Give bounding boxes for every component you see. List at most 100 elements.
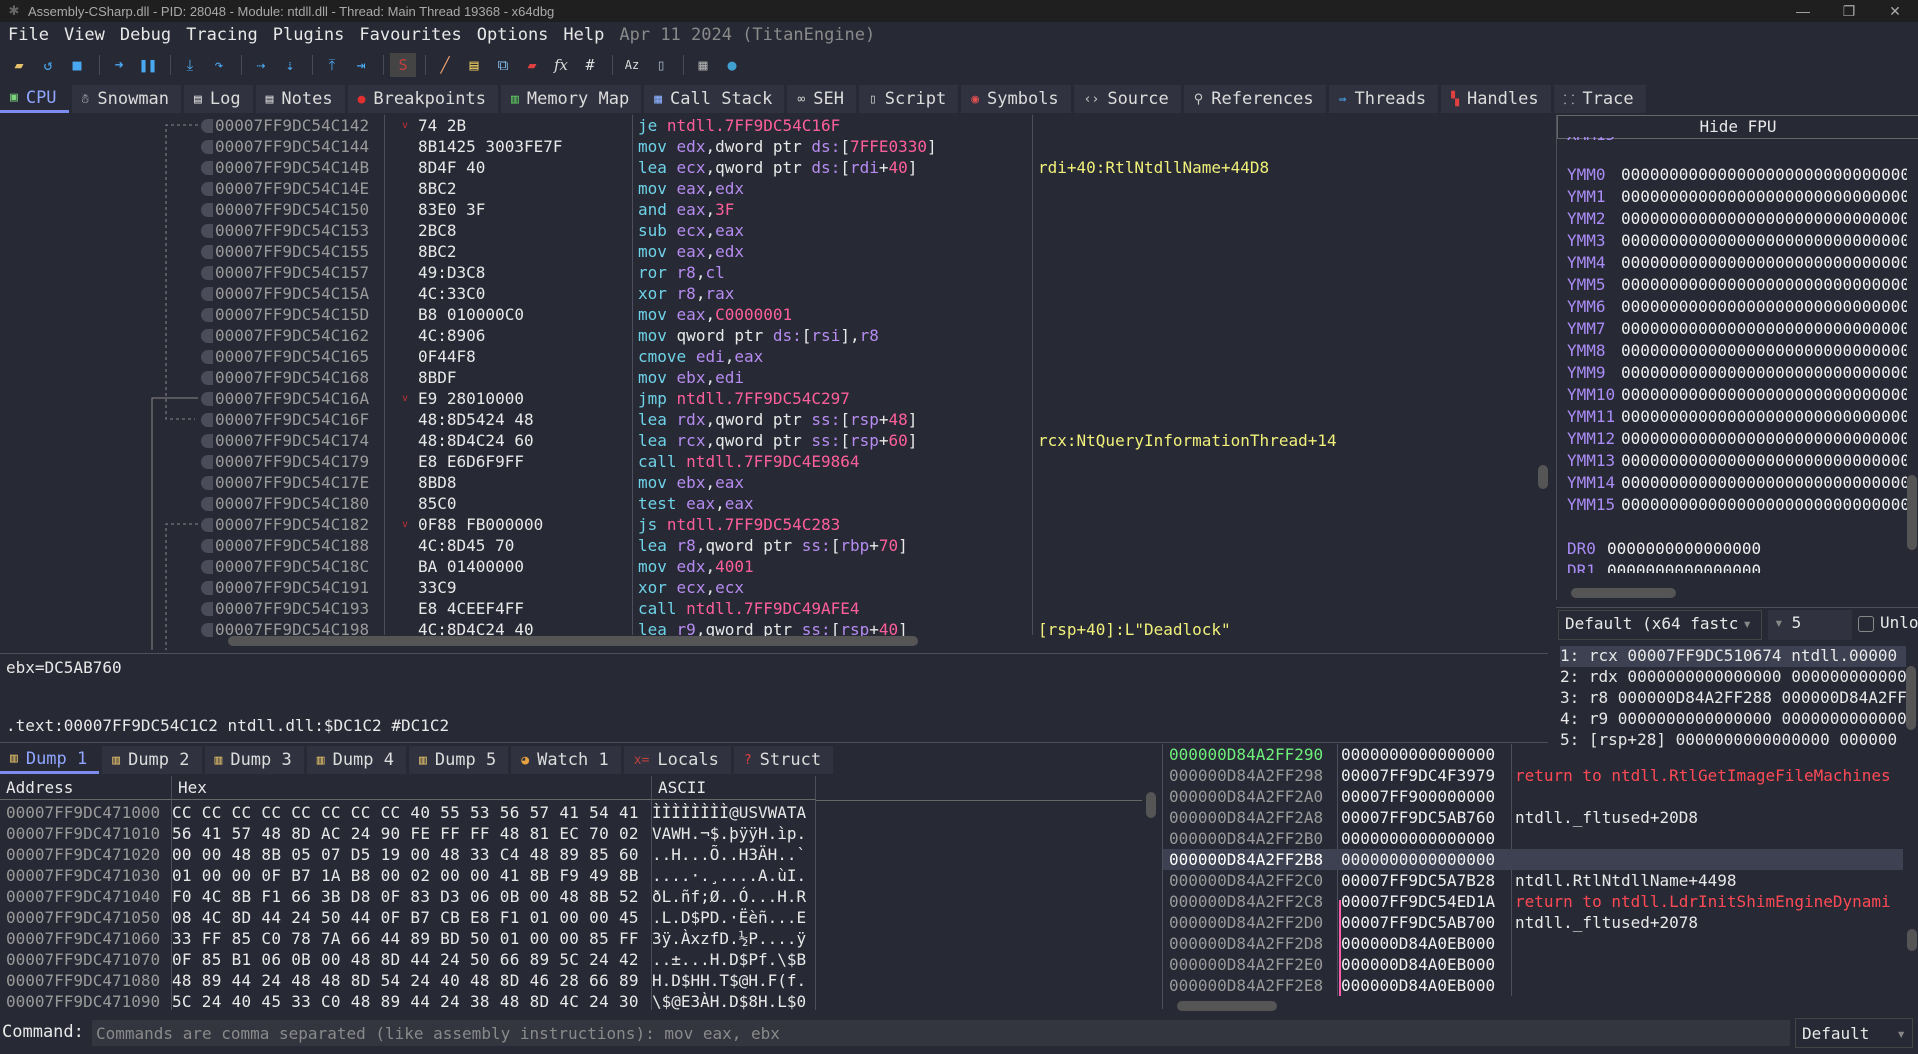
open-icon[interactable]: ▰ [6,53,32,77]
tab-script[interactable]: ▯ Script [858,85,959,113]
register-row[interactable]: YMM9 0000000000000000000000000000000000 [1567,363,1907,385]
registers-vscrollbar[interactable] [1907,475,1917,550]
dump-tab-dump-4[interactable]: ▥ Dump 4 [306,746,406,774]
breakpoint-toggle[interactable] [201,140,213,154]
column-header-ascii[interactable]: ASCII [652,776,816,800]
disassembly-row[interactable]: 00007FF9DC54C14E 8BC2 mov eax,edx [0,178,1548,199]
menu-debug[interactable]: Debug [120,25,171,45]
register-row[interactable]: YMM1 0000000000000000000000000000000000 [1567,187,1907,209]
disasm-hscrollbar[interactable] [228,636,918,646]
command-mode-select[interactable]: Default ▾ [1795,1018,1913,1048]
tab-handles[interactable]: ▚ Handles [1441,85,1551,113]
run-to-user-code-icon[interactable]: ⇥ [348,53,374,77]
breakpoint-toggle[interactable] [201,476,213,490]
register-row[interactable]: YMM7 0000000000000000000000000000000000 [1567,319,1907,341]
dump-tab-dump-1[interactable]: ▥ Dump 1 [0,746,100,774]
menu-options[interactable]: Options [477,25,549,45]
comment-icon[interactable]: ▤ [461,53,487,77]
breakpoint-toggle[interactable] [201,560,213,574]
disassembly-row[interactable]: 00007FF9DC54C179 E8 E6D6F9FF call ntdll.7F… [0,451,1548,472]
disassembly-row[interactable]: 00007FF9DC54C182 v 0F88 FB000000 js ntdll.7… [0,514,1548,535]
disassembly-row[interactable]: 00007FF9DC54C168 8BDF mov ebx,edi [0,367,1548,388]
breakpoint-toggle[interactable] [201,371,213,385]
disassembly-view[interactable]: 00007FF9DC54C142 v 74 2B je ntdll.7FF9DC54C… [0,115,1548,650]
breakpoint-toggle[interactable] [201,161,213,175]
disassembly-row[interactable]: 00007FF9DC54C17E 8BD8 mov ebx,eax [0,472,1548,493]
menu-tracing[interactable]: Tracing [186,25,258,45]
disassembly-row[interactable]: 00007FF9DC54C16A v E9 28010000 jmp ntdll.7F… [0,388,1548,409]
patch-icon[interactable]: ╱ [432,53,458,77]
menu-file[interactable]: File [8,25,49,45]
breakpoint-toggle[interactable] [201,182,213,196]
stack-row[interactable]: 000000D84A2FF2B0 0000000000000000 [1163,828,1903,849]
stack-hscrollbar[interactable] [1177,1001,1277,1011]
stack-row[interactable]: 000000D84A2FF2E8 000000D84A0EB000 [1163,975,1903,996]
argument-row[interactable]: 4: r9 0000000000000000 0000000000000 [1560,709,1906,730]
dump-tab-watch-1[interactable]: ◕ Watch 1 [511,746,621,774]
disassembly-row[interactable]: 00007FF9DC54C180 85C0 test eax,eax [0,493,1548,514]
tab-threads[interactable]: ⇛ Threads [1328,85,1439,113]
dump-tab-dump-5[interactable]: ▥ Dump 5 [409,746,509,774]
tab-source[interactable]: ‹› Source [1073,85,1181,113]
tab-snowman[interactable]: ☃ Snowman [71,85,182,113]
calculator-icon[interactable]: ▦ [690,53,716,77]
close-button[interactable]: ✕ [1872,0,1918,22]
stack-row[interactable]: 000000D84A2FF2D0 00007FF9DC5AB700 ntdll._f… [1163,912,1903,933]
menu-favourites[interactable]: Favourites [359,25,461,45]
trace-over-icon[interactable]: ⇣ [277,53,303,77]
tab-notes[interactable]: ▤ Notes [255,85,345,113]
dump-vscrollbar[interactable] [1146,792,1156,818]
stack-row[interactable]: 000000D84A2FF298 00007FF9DC4F3979 return t… [1163,765,1903,786]
hex-dump-view[interactable]: Address Hex ASCII 00007FF9DC471000 CC CC … [0,776,1156,1011]
breakpoint-toggle[interactable] [201,329,213,343]
restore-button[interactable]: ❐ [1826,0,1872,22]
stack-view[interactable]: 000000D84A2FF290 0000000000000000 000000D8… [1162,744,1918,1011]
dump-tab-locals[interactable]: x= Locals [623,746,731,774]
register-row[interactable]: YMM13 0000000000000000000000000000000000 [1567,451,1907,473]
dump-tab-dump-3[interactable]: ▥ Dump 3 [204,746,304,774]
calling-convention-select[interactable]: Default (x64 fastc ▾ [1558,610,1762,640]
stop-icon[interactable]: ■ [64,53,90,77]
execute-till-return-icon[interactable]: ⤒ [319,53,345,77]
hash-icon[interactable]: # [577,53,603,77]
minimize-button[interactable]: — [1780,0,1826,22]
disassembly-row[interactable]: 00007FF9DC54C155 8BC2 mov eax,edx [0,241,1548,262]
scylla-icon[interactable]: S [390,53,416,77]
stack-vscrollbar[interactable] [1907,929,1917,951]
tab-seh[interactable]: ∞ SEH [787,85,856,113]
disassembly-row[interactable]: 00007FF9DC54C162 4C:8906 mov qword ptr ds:… [0,325,1548,346]
disassembly-row[interactable]: 00007FF9DC54C157 49:D3C8 ror r8,cl [0,262,1548,283]
stack-row[interactable]: 000000D84A2FF290 0000000000000000 [1163,744,1903,765]
stack-row[interactable]: 000000D84A2FF2C8 00007FF9DC54ED1A return t… [1163,891,1903,912]
breakpoint-toggle[interactable] [201,203,213,217]
tab-memory-map[interactable]: ▥ Memory Map [501,85,642,113]
column-header-address[interactable]: Address [0,776,172,800]
disassembly-row[interactable]: 00007FF9DC54C193 E8 4CEEF4FF call ntdll.7F… [0,598,1548,619]
argument-row[interactable]: 1: rcx 00007FF9DC510674 ntdll.00000 [1560,646,1906,667]
disassembly-row[interactable]: 00007FF9DC54C14B 8D4F 40 lea ecx,qword ptr… [0,157,1548,178]
tab-breakpoints[interactable]: ● Breakpoints [347,85,499,113]
stack-row[interactable]: 000000D84A2FF2A0 00007FF900000000 [1163,786,1903,807]
hide-fpu-button[interactable]: Hide FPU [1557,115,1918,139]
breakpoint-toggle[interactable] [201,392,213,406]
menu-plugins[interactable]: Plugins [273,25,345,45]
dump-tab-dump-2[interactable]: ▥ Dump 2 [102,746,202,774]
breakpoint-toggle[interactable] [201,413,213,427]
register-row[interactable]: YMM4 0000000000000000000000000000000000 [1567,253,1907,275]
stack-row[interactable]: 000000D84A2FF2E0 000000D84A0EB000 [1163,954,1903,975]
step-into-icon[interactable]: ⤓ [177,53,203,77]
trace-into-icon[interactable]: ⇢ [248,53,274,77]
breakpoint-toggle[interactable] [201,224,213,238]
bookmark-icon[interactable]: ▰ [519,53,545,77]
register-row[interactable]: YMM2 0000000000000000000000000000000000 [1567,209,1907,231]
tab-log[interactable]: ▤ Log [184,85,253,113]
breakpoint-toggle[interactable] [201,581,213,595]
disassembly-row[interactable]: 00007FF9DC54C142 v 74 2B je ntdll.7FF9DC54C… [0,115,1548,136]
tab-cpu[interactable]: ▣ CPU [0,85,69,113]
tab-references[interactable]: ⚲ References [1183,85,1326,113]
unlock-checkbox[interactable] [1858,616,1874,632]
tab-trace[interactable]: ⸬ Trace [1553,85,1646,113]
disassembly-row[interactable]: 00007FF9DC54C165 0F44F8 cmove edi,eax [0,346,1548,367]
disassembly-row[interactable]: 00007FF9DC54C150 83E0 3F and eax,3F [0,199,1548,220]
breakpoint-toggle[interactable] [201,623,213,637]
